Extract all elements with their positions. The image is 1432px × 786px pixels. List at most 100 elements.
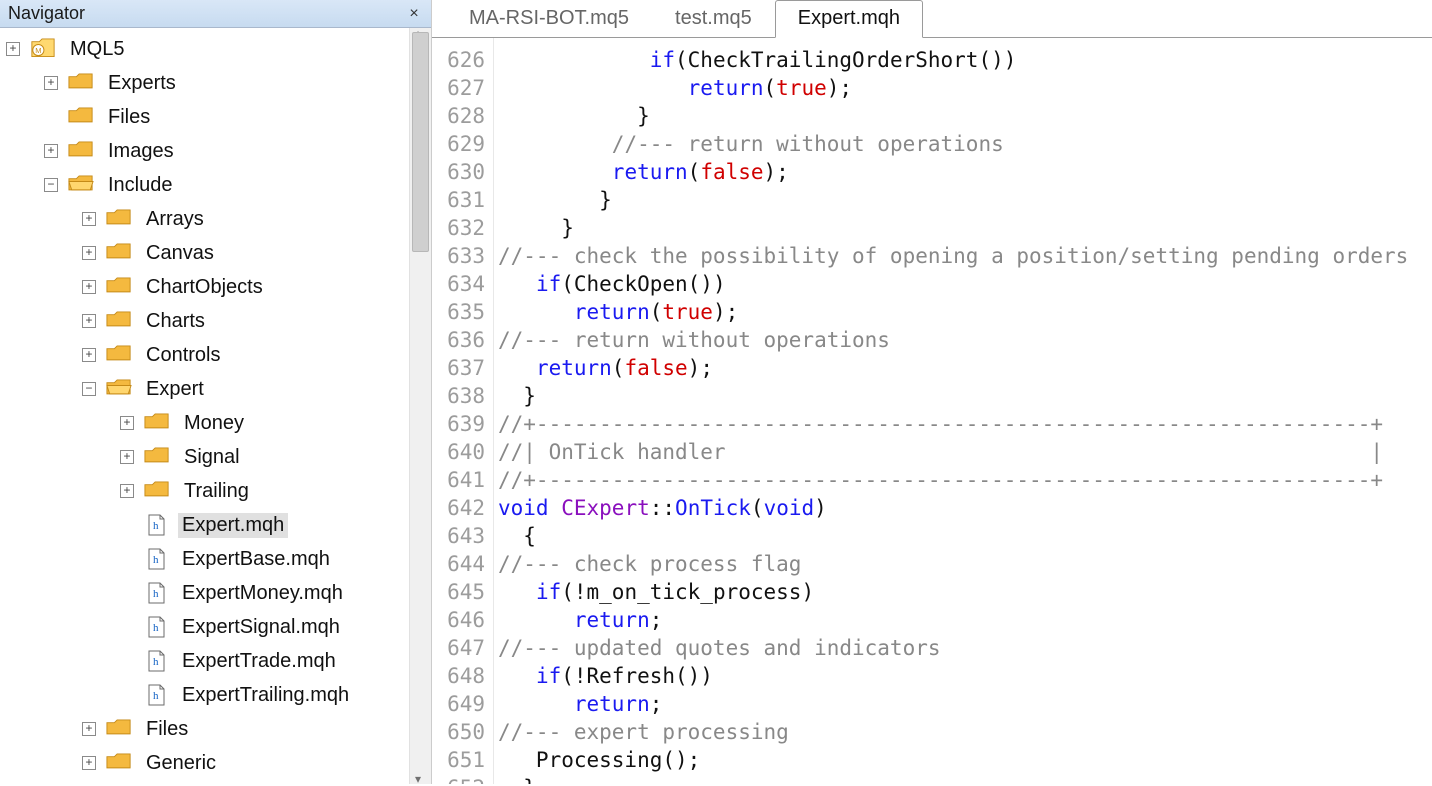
tree-item[interactable]: + Arrays [0, 202, 409, 236]
tree-item-label[interactable]: Include [104, 173, 177, 198]
code-line[interactable]: { [498, 522, 1432, 550]
tree-item[interactable]: + Money [0, 406, 409, 440]
tree-item[interactable]: + Files [0, 712, 409, 746]
tree-item[interactable]: + Canvas [0, 236, 409, 270]
code-line[interactable]: return; [498, 606, 1432, 634]
tree-item[interactable]: h ExpertSignal.mqh [0, 610, 409, 644]
tree-item-label[interactable]: Generic [142, 751, 220, 776]
tree-item[interactable]: + Charts [0, 304, 409, 338]
tree-item-label[interactable]: Canvas [142, 241, 218, 266]
code-line[interactable]: } [498, 382, 1432, 410]
expand-toggle[interactable]: + [82, 756, 96, 770]
tree-item-label[interactable]: Signal [180, 445, 244, 470]
expand-toggle[interactable]: + [44, 76, 58, 90]
svg-text:h: h [153, 622, 159, 634]
tree-item[interactable]: h ExpertTrade.mqh [0, 644, 409, 678]
code-line[interactable]: return(true); [498, 74, 1432, 102]
expand-toggle[interactable]: + [82, 280, 96, 294]
expand-toggle[interactable]: + [82, 212, 96, 226]
code-line[interactable]: //--- check the possibility of opening a… [498, 242, 1432, 270]
tree-item-label[interactable]: ExpertSignal.mqh [178, 615, 344, 640]
code-line[interactable]: if(!Refresh()) [498, 662, 1432, 690]
code-line[interactable]: //+-------------------------------------… [498, 466, 1432, 494]
code-line[interactable]: if(!m_on_tick_process) [498, 578, 1432, 606]
collapse-toggle[interactable]: − [44, 178, 58, 192]
code-line[interactable]: return; [498, 690, 1432, 718]
line-number: 629 [432, 130, 485, 158]
expand-toggle[interactable]: + [82, 246, 96, 260]
code-line[interactable]: //--- check process flag [498, 550, 1432, 578]
tree-item[interactable]: + Trailing [0, 474, 409, 508]
editor-area: MA-RSI-BOT.mq5test.mq5Expert.mqh 6266276… [432, 0, 1432, 784]
tree-view[interactable]: + M MQL5+ Experts Files+ Images− Include… [0, 28, 409, 784]
code-line[interactable]: } [498, 186, 1432, 214]
code-line[interactable]: //--- expert processing [498, 718, 1432, 746]
expand-toggle[interactable]: + [120, 484, 134, 498]
tree-item[interactable]: + Signal [0, 440, 409, 474]
collapse-toggle[interactable]: − [82, 382, 96, 396]
code-line[interactable]: //+-------------------------------------… [498, 410, 1432, 438]
tree-item-label[interactable]: ExpertBase.mqh [178, 547, 334, 572]
tree-item-label[interactable]: Trailing [180, 479, 253, 504]
tree-item-label[interactable]: Expert.mqh [178, 513, 288, 538]
expand-toggle[interactable]: + [44, 144, 58, 158]
tree-item-label[interactable]: ExpertMoney.mqh [178, 581, 347, 606]
expand-toggle[interactable]: + [6, 42, 20, 56]
expand-toggle[interactable]: + [82, 348, 96, 362]
tree-item[interactable]: Files [0, 100, 409, 134]
tree-item[interactable]: − Expert [0, 372, 409, 406]
tree-item[interactable]: h ExpertMoney.mqh [0, 576, 409, 610]
code-content[interactable]: if(CheckTrailingOrderShort()) return(tru… [494, 38, 1432, 784]
editor-tab[interactable]: MA-RSI-BOT.mq5 [446, 0, 652, 38]
code-line[interactable]: } [498, 214, 1432, 242]
tree-item-label[interactable]: Money [180, 411, 248, 436]
tree-item-label[interactable]: Images [104, 139, 178, 164]
tree-item[interactable]: + Controls [0, 338, 409, 372]
code-line[interactable]: return(false); [498, 158, 1432, 186]
code-line[interactable]: return(false); [498, 354, 1432, 382]
tree-item-label[interactable]: Expert [142, 377, 208, 402]
tree-item-label[interactable]: Files [104, 105, 154, 130]
tree-item-label[interactable]: ChartObjects [142, 275, 267, 300]
code-line[interactable]: //--- return without operations [498, 130, 1432, 158]
code-line[interactable]: //| OnTick handler | [498, 438, 1432, 466]
tree-item-label[interactable]: Files [142, 717, 192, 742]
code-editor[interactable]: 6266276286296306316326336346356366376386… [432, 38, 1432, 784]
code-line[interactable]: } [498, 774, 1432, 784]
code-line[interactable]: void CExpert::OnTick(void) [498, 494, 1432, 522]
scrollbar-thumb[interactable] [412, 32, 429, 252]
tree-item[interactable]: h ExpertBase.mqh [0, 542, 409, 576]
tree-item[interactable]: + Experts [0, 66, 409, 100]
tree-item-label[interactable]: Controls [142, 343, 224, 368]
tree-item-label[interactable]: MQL5 [66, 37, 128, 62]
tree-item[interactable]: h ExpertTrailing.mqh [0, 678, 409, 712]
tree-item[interactable]: − Include [0, 168, 409, 202]
code-line[interactable]: if(CheckTrailingOrderShort()) [498, 46, 1432, 74]
tree-item-label[interactable]: ExpertTrade.mqh [178, 649, 340, 674]
tree-item-label[interactable]: Experts [104, 71, 180, 96]
expand-toggle[interactable]: + [82, 722, 96, 736]
code-line[interactable]: return(true); [498, 298, 1432, 326]
code-line[interactable]: //--- return without operations [498, 326, 1432, 354]
expand-toggle[interactable]: + [120, 416, 134, 430]
tree-item-label[interactable]: Charts [142, 309, 209, 334]
code-line[interactable]: //--- updated quotes and indicators [498, 634, 1432, 662]
line-number: 652 [432, 774, 485, 784]
tree-item-label[interactable]: ExpertTrailing.mqh [178, 683, 353, 708]
close-icon[interactable]: × [405, 5, 423, 23]
tree-item[interactable]: + Images [0, 134, 409, 168]
tree-item[interactable]: h Expert.mqh [0, 508, 409, 542]
expand-toggle[interactable]: + [82, 314, 96, 328]
svg-text:h: h [153, 690, 159, 702]
tree-item[interactable]: + Generic [0, 746, 409, 780]
editor-tab[interactable]: Expert.mqh [775, 0, 923, 38]
expand-toggle[interactable]: + [120, 450, 134, 464]
tree-item[interactable]: + ChartObjects [0, 270, 409, 304]
editor-tab[interactable]: test.mq5 [652, 0, 775, 38]
tree-scrollbar[interactable]: ▴ ▾ [409, 28, 431, 784]
tree-item[interactable]: + M MQL5 [0, 32, 409, 66]
code-line[interactable]: if(CheckOpen()) [498, 270, 1432, 298]
code-line[interactable]: } [498, 102, 1432, 130]
code-line[interactable]: Processing(); [498, 746, 1432, 774]
tree-item-label[interactable]: Arrays [142, 207, 208, 232]
